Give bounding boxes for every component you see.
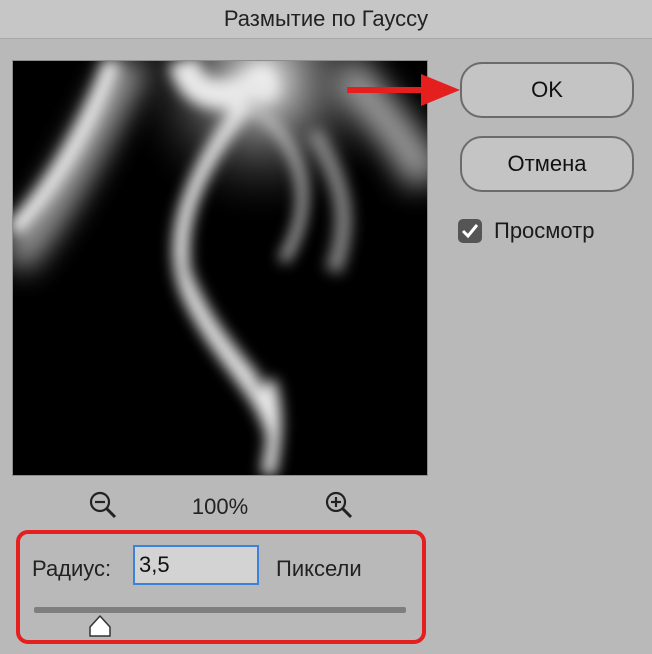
preview-checkbox[interactable] bbox=[458, 219, 482, 243]
dialog-title: Размытие по Гауссу bbox=[0, 0, 652, 39]
arrow-icon bbox=[345, 72, 460, 117]
preview-image[interactable] bbox=[12, 60, 428, 476]
cancel-button[interactable]: Отмена bbox=[460, 136, 634, 192]
units-label: Пиксели bbox=[276, 556, 362, 581]
radius-input[interactable] bbox=[133, 545, 259, 585]
preview-label: Просмотр bbox=[494, 218, 595, 243]
zoom-controls: 100% bbox=[0, 490, 440, 526]
zoom-in-icon[interactable] bbox=[324, 490, 354, 529]
checkmark-icon bbox=[461, 224, 479, 239]
zoom-out-icon[interactable] bbox=[88, 490, 118, 529]
radius-label: Радиус: bbox=[32, 556, 112, 581]
radius-slider-track[interactable] bbox=[34, 607, 406, 613]
zoom-level: 100% bbox=[191, 494, 249, 519]
ok-button[interactable]: OK bbox=[460, 62, 634, 118]
preview-toggle[interactable]: Просмотр bbox=[458, 218, 594, 244]
slider-thumb-icon[interactable] bbox=[88, 614, 112, 643]
